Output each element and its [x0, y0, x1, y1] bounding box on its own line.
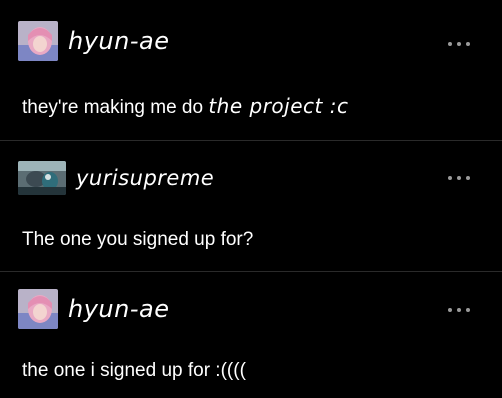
post-header: hyun-ae [18, 286, 169, 332]
dot [448, 308, 452, 312]
post-message: The one you signed up for? [22, 229, 253, 251]
username[interactable]: hyun-ae [68, 27, 169, 55]
dot [466, 42, 470, 46]
dot [457, 308, 461, 312]
message-text: The one you signed up for? [22, 229, 254, 250]
dot [457, 42, 461, 46]
username[interactable]: hyun-ae [68, 295, 169, 323]
message-handwritten-text: the project :c [208, 94, 349, 118]
message-text: they're making me do [22, 97, 209, 118]
post-1: hyun-ae they're making me do the project… [0, 0, 502, 140]
username[interactable]: yurisupreme [76, 166, 214, 190]
post-header: yurisupreme [18, 155, 214, 201]
post-message: they're making me do the project :c [22, 94, 348, 119]
more-options-button[interactable] [448, 38, 470, 50]
message-text: the one i signed up for :(((( [22, 360, 246, 381]
more-options-button[interactable] [448, 304, 470, 316]
more-options-button[interactable] [448, 172, 470, 184]
pink-hair-avatar-icon[interactable] [18, 289, 58, 329]
pink-hair-avatar-icon[interactable] [18, 21, 58, 61]
post-header: hyun-ae [18, 18, 169, 64]
post-2: yurisupreme The one you signed up for? [0, 141, 502, 271]
dot [457, 176, 461, 180]
dot [448, 42, 452, 46]
dot [466, 176, 470, 180]
anime-scene-avatar-icon[interactable] [18, 161, 66, 195]
post-message: the one i signed up for :(((( [22, 360, 246, 382]
post-3: hyun-ae the one i signed up for :(((( [0, 272, 502, 398]
dot [466, 308, 470, 312]
dot [448, 176, 452, 180]
